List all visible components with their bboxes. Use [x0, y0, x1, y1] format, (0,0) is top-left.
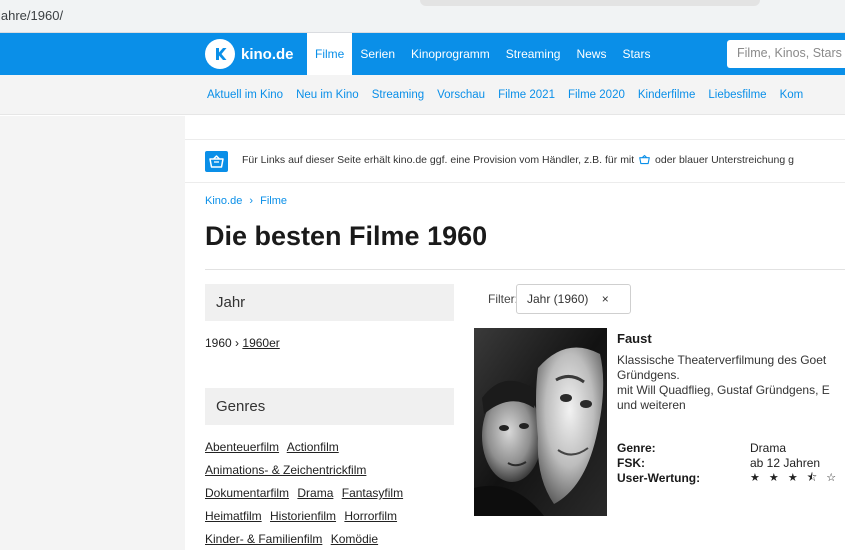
breadcrumb-home[interactable]: Kino.de — [205, 195, 242, 207]
nav-item-news[interactable]: News — [568, 33, 614, 75]
fsk-label: FSK: — [617, 456, 645, 470]
notice-text-after: oder blauer Unterstreichung g — [655, 154, 794, 166]
breadcrumb-current[interactable]: Filme — [260, 195, 287, 207]
movie-cast-line: und weiteren — [617, 398, 686, 412]
main-menu: Filme Serien Kinoprogramm Streaming News… — [307, 33, 658, 75]
subnav-item-vorschau[interactable]: Vorschau — [437, 89, 485, 101]
search-input[interactable]: Filme, Kinos, Stars — [727, 40, 845, 68]
genres-heading: Genres — [205, 388, 454, 425]
filter-label: Filter: — [488, 292, 518, 306]
nav-item-filme[interactable]: Filme — [307, 33, 353, 75]
jahr-heading: Jahr — [205, 284, 454, 321]
genre-link-actionfilm[interactable]: Actionfilm — [287, 440, 339, 454]
movie-description-line: Klassische Theaterverfilmung des Goet — [617, 353, 827, 367]
rating-stars: ★ ★ ★ ⯪ ☆ — [750, 472, 840, 484]
shopping-basket-icon — [205, 151, 228, 172]
jahr-path: 1960 › 1960er — [205, 336, 280, 350]
url-text[interactable]: jahre/1960/ — [0, 8, 63, 23]
fsk-value: ab 12 Jahren — [750, 456, 821, 470]
genre-link-dokumentarfilm[interactable]: Dokumentarfilm — [205, 486, 289, 500]
genre-link-komoedie[interactable]: Komödie — [331, 532, 378, 546]
remove-filter-icon[interactable]: × — [602, 292, 609, 306]
subnav-item-streaming[interactable]: Streaming — [372, 89, 424, 101]
top-navigation: kino.de Filme Serien Kinoprogramm Stream… — [0, 33, 845, 75]
browser-tab-edge — [420, 0, 760, 6]
nav-item-kinoprogramm[interactable]: Kinoprogramm — [403, 33, 498, 75]
title-divider — [205, 269, 845, 270]
nav-item-serien[interactable]: Serien — [352, 33, 403, 75]
movie-info: Faust Klassische Theaterverfilmung des G… — [617, 331, 845, 413]
affiliate-notice: Für Links auf dieser Seite erhält kino.d… — [185, 139, 845, 183]
nav-item-stars[interactable]: Stars — [614, 33, 658, 75]
genre-row: Abenteuerfilm Actionfilm — [205, 436, 454, 459]
filter-chip-jahr[interactable]: Jahr (1960) × — [516, 284, 631, 314]
genre-link-kinder-familienfilm[interactable]: Kinder- & Familienfilm — [205, 532, 322, 546]
genre-link-historienfilm[interactable]: Historienfilm — [270, 509, 336, 523]
subnav-item-aktuell-im-kino[interactable]: Aktuell im Kino — [207, 89, 283, 101]
movie-cast-line: mit Will Quadflieg, Gustaf Gründgens, E — [617, 383, 830, 397]
subnav-item-komoedie[interactable]: Kom — [780, 89, 804, 101]
jahr-decade-link[interactable]: 1960er — [242, 336, 279, 350]
subnav-item-filme-2021[interactable]: Filme 2021 — [498, 89, 555, 101]
genre-link-horrorfilm[interactable]: Horrorfilm — [344, 509, 397, 523]
movie-poster[interactable] — [474, 328, 607, 516]
genre-link-animation[interactable]: Animations- & Zeichentrickfilm — [205, 463, 366, 477]
subnav-item-kinderfilme[interactable]: Kinderfilme — [638, 89, 696, 101]
subnav-item-filme-2020[interactable]: Filme 2020 — [568, 89, 625, 101]
genre-link-abenteuerfilm[interactable]: Abenteuerfilm — [205, 440, 279, 454]
nav-item-streaming[interactable]: Streaming — [498, 33, 569, 75]
left-gutter — [0, 116, 185, 550]
genre-link-fantasyfilm[interactable]: Fantasyfilm — [342, 486, 403, 500]
genre-link-heimatfilm[interactable]: Heimatfilm — [205, 509, 262, 523]
jahr-year: 1960 — [205, 336, 232, 350]
genre-label: Genre: — [617, 441, 656, 455]
jahr-separator: › — [235, 336, 240, 350]
browser-url-bar[interactable]: jahre/1960/ — [0, 0, 845, 33]
brand-name: kino.de — [241, 45, 294, 63]
movie-meta: Genre: Drama FSK: ab 12 Jahren User-Wert… — [617, 441, 839, 486]
genre-row: Dokumentarfilm Drama Fantasyfilm — [205, 482, 454, 505]
inline-basket-icon — [639, 154, 650, 165]
movie-description-line: Gründgens. — [617, 368, 680, 382]
subnav-item-liebesfilme[interactable]: Liebesfilme — [708, 89, 766, 101]
genre-value: Drama — [750, 441, 787, 455]
sub-navigation: Aktuell im Kino Neu im Kino Streaming Vo… — [0, 75, 845, 115]
movie-title[interactable]: Faust — [617, 331, 845, 346]
rating-label: User-Wertung: — [617, 471, 701, 485]
kino-logo-icon — [205, 39, 235, 69]
filter-chip-label: Jahr (1960) — [527, 292, 589, 306]
brand-logo[interactable]: kino.de — [205, 38, 294, 70]
notice-text-before: Für Links auf dieser Seite erhält kino.d… — [242, 154, 635, 166]
genre-list: Abenteuerfilm Actionfilm Animations- & Z… — [205, 436, 454, 550]
page-title: Die besten Filme 1960 — [205, 221, 488, 251]
affiliate-notice-text: Für Links auf dieser Seite erhält kino.d… — [242, 154, 794, 166]
genre-link-drama[interactable]: Drama — [297, 486, 333, 500]
genre-row: Kinder- & Familienfilm Komödie — [205, 528, 454, 550]
genre-row: Animations- & Zeichentrickfilm — [205, 459, 454, 482]
breadcrumb-separator: › — [249, 195, 254, 207]
subnav-item-neu-im-kino[interactable]: Neu im Kino — [296, 89, 359, 101]
genre-row: Heimatfilm Historienfilm Horrorfilm — [205, 505, 454, 528]
breadcrumb: Kino.de › Filme — [205, 195, 287, 207]
